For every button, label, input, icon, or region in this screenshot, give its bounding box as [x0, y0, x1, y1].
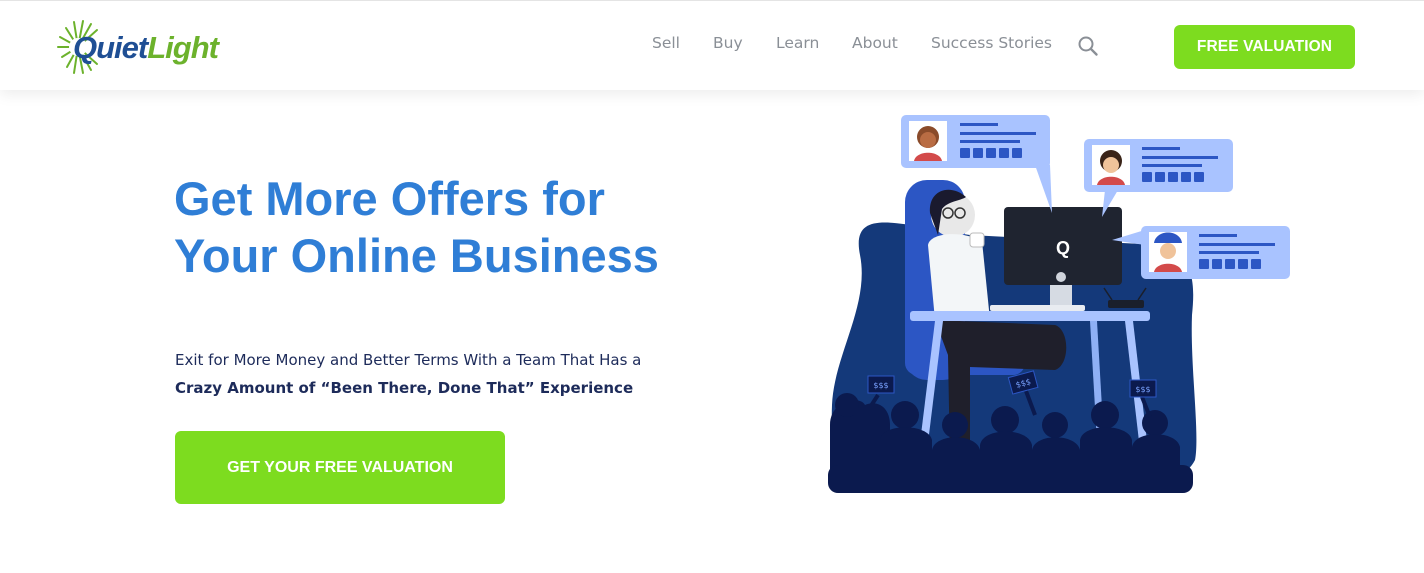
desk-top [910, 311, 1150, 321]
hero-title-line1: Get More Offers for [174, 172, 605, 225]
nav-buy[interactable]: Buy [713, 34, 743, 52]
hero-subtitle-line1: Exit for More Money and Better Terms Wit… [175, 351, 642, 369]
search-icon [1078, 36, 1098, 56]
bubble-pointer-1 [1035, 165, 1052, 213]
logo-word-quiet: Quiet [73, 30, 148, 65]
nav-sell[interactable]: Sell [652, 34, 680, 52]
get-free-valuation-button[interactable]: GET YOUR FREE VALUATION [175, 431, 505, 504]
nav-learn[interactable]: Learn [776, 34, 819, 52]
review-card-2 [1084, 139, 1233, 192]
logo-word-light: Light [147, 30, 219, 65]
search-button[interactable] [1077, 35, 1099, 57]
review-card-3 [1141, 226, 1290, 279]
monitor-button [1056, 272, 1066, 282]
hero-subtitle: Exit for More Money and Better Terms Wit… [175, 346, 695, 402]
auction-illustration: Q $$$ $$$ $$$ [828, 115, 1290, 493]
hero-title-line2: Your Online Business [174, 229, 659, 282]
quietlight-logo[interactable]: QuietLight [56, 17, 246, 77]
hero-subtitle-line2: Crazy Amount of “Been There, Done That” … [175, 379, 634, 397]
monitor-logo: Q [1056, 238, 1070, 258]
site-header: QuietLight Sell Buy Learn About Success … [0, 0, 1424, 90]
coffee-cup [969, 232, 985, 248]
nav-about[interactable]: About [852, 34, 898, 52]
router [1108, 300, 1144, 308]
hero-illustration: Q $$$ $$$ $$$ [820, 105, 1300, 505]
bid-sign-text: $$$ [873, 381, 888, 390]
keyboard [990, 305, 1085, 311]
review-card-1 [901, 115, 1050, 168]
free-valuation-button[interactable]: FREE VALUATION [1174, 25, 1355, 69]
nav-success-stories[interactable]: Success Stories [931, 34, 1052, 52]
hero-title: Get More Offers for Your Online Business [174, 170, 734, 284]
monitor-stand [1050, 285, 1072, 305]
logo-wordmark: QuietLight [73, 30, 219, 66]
bid-sign-text: $$$ [1135, 385, 1150, 394]
